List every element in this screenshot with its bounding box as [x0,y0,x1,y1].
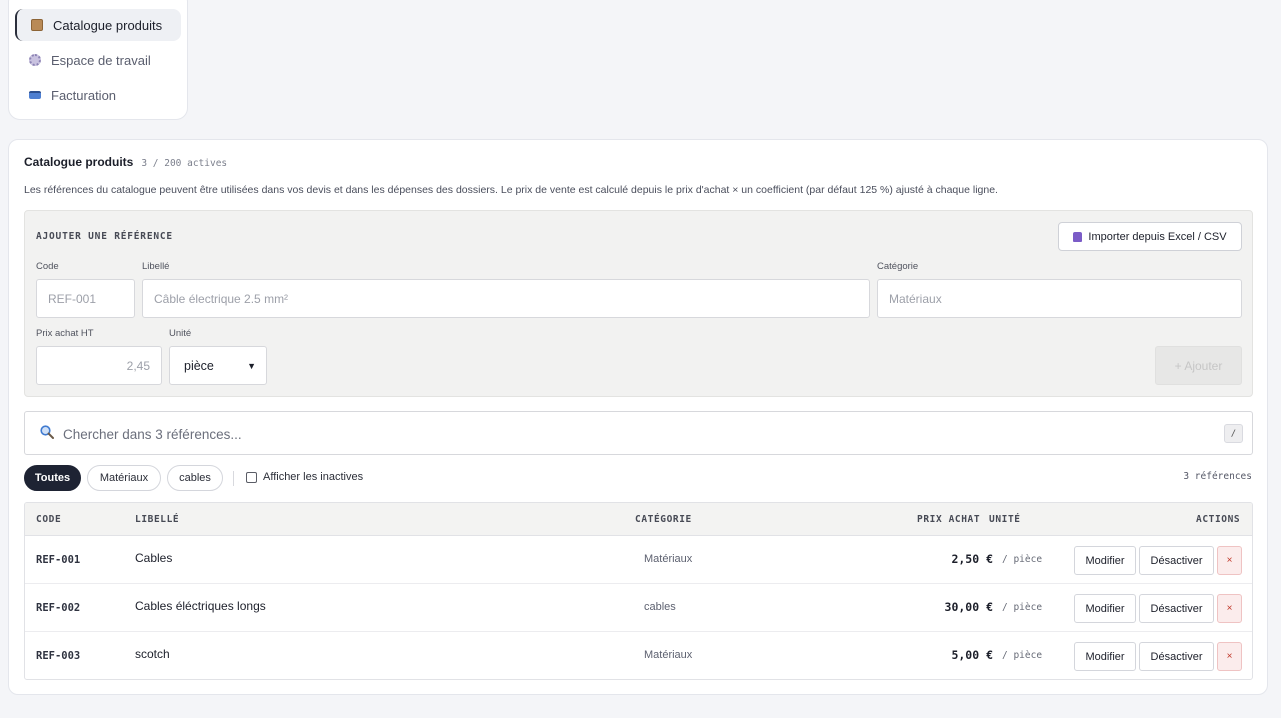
page-title: Catalogue produits [24,155,134,169]
delete-button[interactable]: × [1217,594,1242,623]
references-table: CODE LIBELLÉ CATÉGORIE PRIX ACHAT UNITÉ … [24,502,1253,680]
sidebar-item-label: Espace de travail [51,52,151,68]
package-icon [31,19,43,31]
row-code: REF-003 [36,650,81,662]
row-libelle: scotch [135,647,170,661]
row-prix: 30,00 € [944,600,993,614]
column-header-actions: ACTIONS [1196,514,1241,525]
unite-value: pièce [184,358,214,373]
row-unite: / pièce [1002,602,1043,613]
deactivate-button[interactable]: Désactiver [1139,546,1214,575]
panel-header: Catalogue produits 3 / 200 actives [24,155,227,169]
table-header: CODE LIBELLÉ CATÉGORIE PRIX ACHAT UNITÉ … [25,503,1252,536]
categorie-field[interactable] [877,279,1242,318]
row-code: REF-001 [36,554,81,566]
table-row: REF-003 scotch Matériaux 5,00 € / pièce … [25,632,1252,679]
categorie-label: Catégorie [877,261,919,272]
search-shortcut-badge: / [1224,424,1243,443]
row-unite: / pièce [1002,650,1043,661]
filter-divider [233,471,234,486]
libelle-label: Libellé [142,261,170,272]
unite-label: Unité [169,328,192,339]
row-libelle: Cables éléctriques longs [135,599,266,613]
settings-nav: Catalogue produits Espace de travail Fac… [8,0,188,120]
delete-button[interactable]: × [1217,546,1242,575]
form-title: AJOUTER UNE RÉFÉRENCE [36,231,173,242]
chevron-down-icon: ▼ [247,360,256,371]
libelle-field[interactable] [142,279,870,318]
sidebar-item-workspace[interactable]: Espace de travail [15,44,181,76]
sidebar-item-label: Catalogue produits [53,17,163,33]
sidebar-item-catalogue[interactable]: Catalogue produits [15,9,181,41]
table-row: REF-002 Cables éléctriques longs cables … [25,584,1252,632]
row-prix: 2,50 € [951,552,993,566]
column-header-libelle: LIBELLÉ [135,514,180,525]
row-unite: / pièce [1002,554,1043,565]
import-label: Importer depuis Excel / CSV [1088,230,1227,243]
row-categorie: cables [644,601,676,613]
sidebar-item-label: Facturation [51,87,117,103]
search-bar: / [24,411,1253,455]
catalogue-panel: Catalogue produits 3 / 200 actives Les r… [8,139,1268,695]
add-reference-button[interactable]: + Ajouter [1155,346,1242,385]
import-excel-button[interactable]: Importer depuis Excel / CSV [1058,222,1242,251]
search-icon [40,425,54,439]
row-libelle: Cables [135,551,173,565]
filter-chip-cables[interactable]: cables [167,465,223,491]
search-input[interactable] [63,422,1163,446]
page-description: Les références du catalogue peuvent être… [24,184,998,196]
add-reference-form: AJOUTER UNE RÉFÉRENCE Importer depuis Ex… [24,210,1253,397]
filter-chip-all[interactable]: Toutes [24,465,81,491]
modify-button[interactable]: Modifier [1074,546,1136,575]
code-label: Code [36,261,59,272]
sidebar-item-billing[interactable]: Facturation [15,79,181,111]
unite-select[interactable]: pièce ▼ [169,346,267,385]
column-header-prix: PRIX ACHAT [917,514,981,525]
reference-count: 3 références [1183,471,1252,482]
column-header-code: CODE [36,514,62,525]
show-inactive-label: Afficher les inactives [263,471,364,483]
gear-icon [29,54,41,66]
row-prix: 5,00 € [951,648,993,662]
show-inactive-checkbox[interactable] [246,472,257,483]
row-categorie: Matériaux [644,649,693,661]
column-header-unite: UNITÉ [989,514,1021,525]
delete-button[interactable]: × [1217,642,1242,671]
row-code: REF-002 [36,602,81,614]
modify-button[interactable]: Modifier [1074,642,1136,671]
credit-card-icon [29,91,41,99]
active-count: 3 / 200 actives [141,158,228,169]
code-field[interactable] [36,279,135,318]
row-categorie: Matériaux [644,553,693,565]
prix-field[interactable] [36,346,162,385]
upload-icon [1073,231,1083,242]
table-row: REF-001 Cables Matériaux 2,50 € / pièce … [25,536,1252,584]
prix-label: Prix achat HT [36,328,94,339]
column-header-categorie: CATÉGORIE [635,514,692,525]
deactivate-button[interactable]: Désactiver [1139,642,1214,671]
filter-chip-materiaux[interactable]: Matériaux [87,465,161,491]
modify-button[interactable]: Modifier [1074,594,1136,623]
deactivate-button[interactable]: Désactiver [1139,594,1214,623]
